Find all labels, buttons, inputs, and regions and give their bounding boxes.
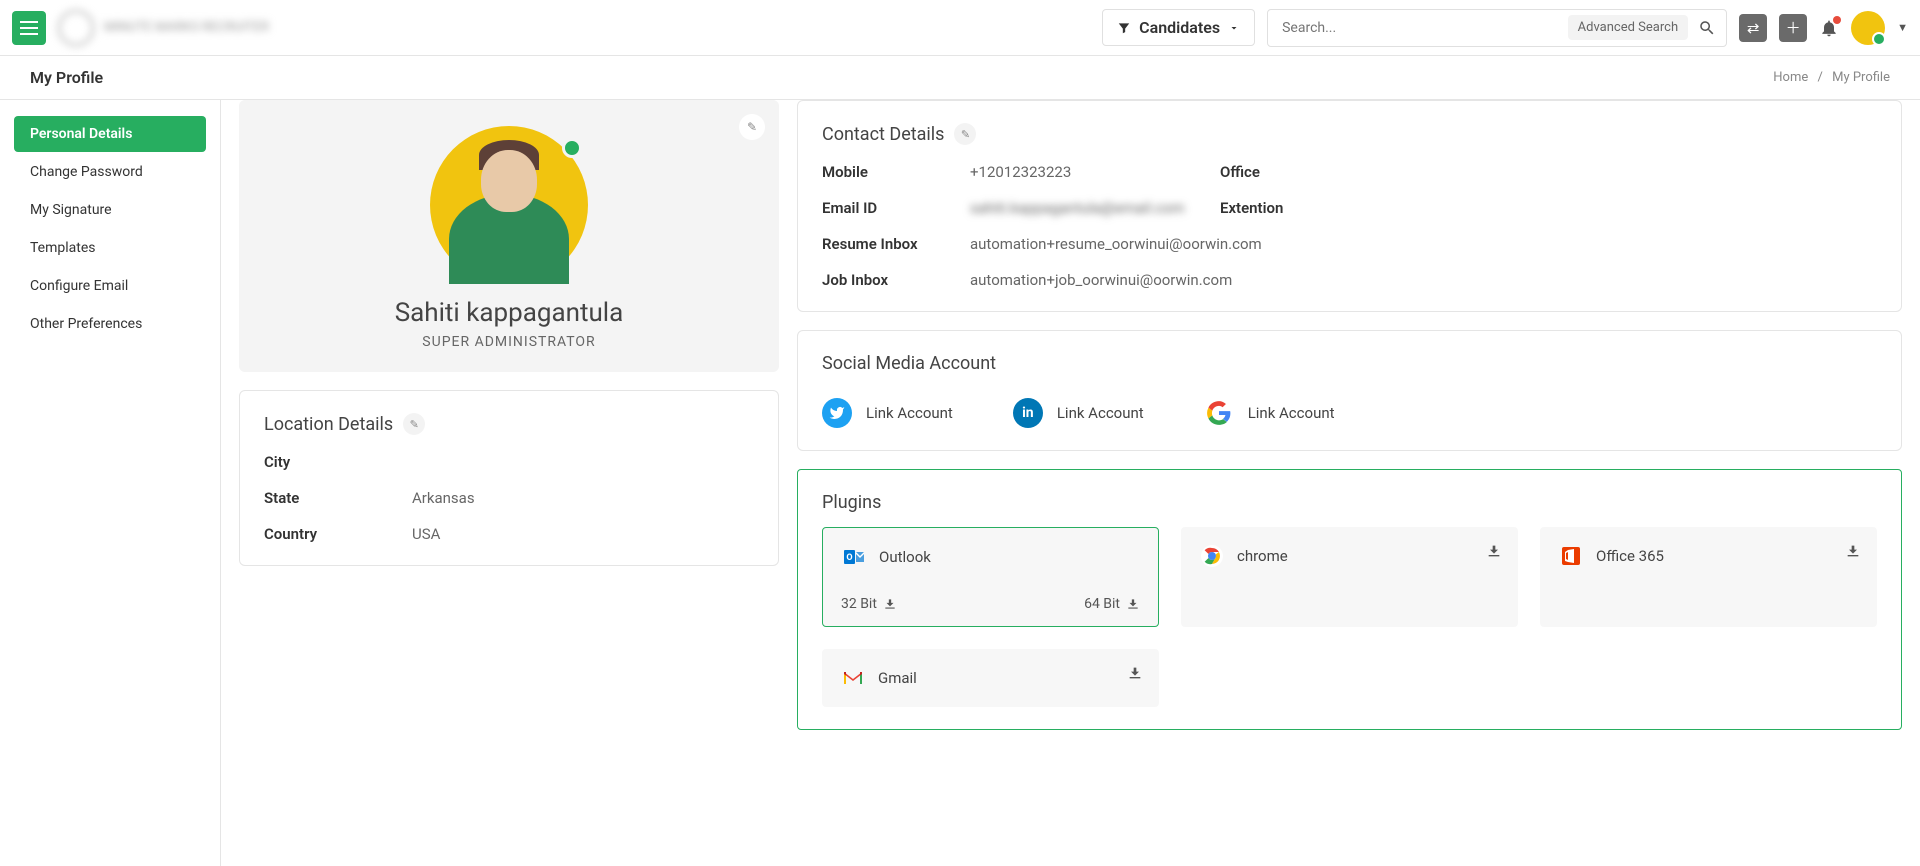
office365-label: Office 365: [1596, 547, 1664, 565]
chrome-icon: [1199, 543, 1225, 569]
link-twitter[interactable]: Link Account: [822, 398, 953, 428]
profile-avatar: [430, 126, 588, 284]
email-value: sahiti.kappagantula@email.com: [970, 199, 1180, 217]
google-link-label: Link Account: [1248, 404, 1335, 422]
location-title: Location Details: [264, 414, 393, 435]
sidebar: Personal Details Change Password My Sign…: [0, 100, 221, 866]
twitter-link-label: Link Account: [866, 404, 953, 422]
svg-text:O: O: [846, 553, 852, 563]
plugin-chrome[interactable]: chrome: [1181, 527, 1518, 627]
breadcrumb-current: My Profile: [1832, 70, 1890, 85]
breadcrumb: Home / My Profile: [1773, 70, 1890, 85]
google-icon: [1204, 398, 1234, 428]
email-label: Email ID: [822, 199, 970, 217]
notification-dot: [1833, 16, 1841, 24]
link-linkedin[interactable]: in Link Account: [1013, 398, 1144, 428]
notifications-icon[interactable]: [1819, 18, 1839, 38]
sidebar-item-configure-email[interactable]: Configure Email: [14, 268, 206, 304]
mobile-label: Mobile: [822, 163, 970, 181]
office365-icon: [1558, 543, 1584, 569]
contact-title: Contact Details: [822, 124, 944, 145]
link-google[interactable]: Link Account: [1204, 398, 1335, 428]
plugins-title: Plugins: [822, 492, 1877, 513]
profile-name: Sahiti kappagantula: [261, 298, 757, 328]
resume-inbox-label: Resume Inbox: [822, 235, 970, 253]
job-inbox-label: Job Inbox: [822, 271, 970, 289]
outlook-label: Outlook: [879, 548, 931, 566]
filter-icon: [1117, 21, 1131, 35]
page-title: My Profile: [30, 68, 103, 87]
edit-location-button[interactable]: ✎: [403, 413, 425, 435]
plugin-office365[interactable]: Office 365: [1540, 527, 1877, 627]
hamburger-menu[interactable]: [12, 11, 46, 45]
left-column: ✎ Sahiti kappagantula SUPER ADMINISTRATO…: [239, 100, 779, 566]
main: Personal Details Change Password My Sign…: [0, 100, 1920, 866]
social-title: Social Media Account: [822, 353, 1877, 374]
profile-role: SUPER ADMINISTRATOR: [261, 334, 757, 350]
sidebar-item-templates[interactable]: Templates: [14, 230, 206, 266]
office-label: Office: [1220, 163, 1330, 181]
online-status-dot: [562, 138, 582, 158]
sidebar-item-personal-details[interactable]: Personal Details: [14, 116, 206, 152]
office365-download[interactable]: [1845, 543, 1861, 559]
resume-inbox-value: automation+resume_oorwinui@oorwin.com: [970, 235, 1262, 253]
download-icon: [883, 597, 897, 611]
twitter-icon: [822, 398, 852, 428]
topbar: MINUTE MARKS RECRUITER Candidates Advanc…: [0, 0, 1920, 56]
extention-label: Extention: [1220, 199, 1330, 217]
search-icon[interactable]: [1698, 19, 1716, 37]
candidates-dropdown[interactable]: Candidates: [1102, 9, 1255, 46]
gmail-icon: [840, 665, 866, 691]
user-menu-caret[interactable]: ▼: [1897, 21, 1908, 34]
country-value: USA: [412, 525, 440, 543]
download-icon: [1126, 597, 1140, 611]
sidebar-item-my-signature[interactable]: My Signature: [14, 192, 206, 228]
chrome-download[interactable]: [1486, 543, 1502, 559]
edit-profile-button[interactable]: ✎: [739, 114, 765, 140]
right-column: Contact Details ✎ Mobile +12012323223 Of…: [797, 100, 1902, 730]
outlook-icon: O: [841, 544, 867, 570]
plugins-card: Plugins O Outlook 32 Bit 64 Bit: [797, 469, 1902, 730]
plugin-gmail[interactable]: Gmail: [822, 649, 1159, 707]
logo[interactable]: MINUTE MARKS RECRUITER: [58, 10, 269, 46]
chevron-down-icon: [1228, 22, 1240, 34]
country-label: Country: [264, 525, 412, 543]
advanced-search-button[interactable]: Advanced Search: [1568, 15, 1688, 40]
user-avatar[interactable]: [1851, 11, 1885, 45]
profile-card: ✎ Sahiti kappagantula SUPER ADMINISTRATO…: [239, 100, 779, 372]
breadcrumb-home[interactable]: Home: [1773, 70, 1808, 85]
add-button[interactable]: ＋: [1779, 14, 1807, 42]
search-box: Advanced Search: [1267, 9, 1727, 47]
job-inbox-value: automation+job_oorwinui@oorwin.com: [970, 271, 1232, 289]
gmail-download[interactable]: [1127, 665, 1143, 681]
swap-icon[interactable]: ⇄: [1739, 14, 1767, 42]
search-input[interactable]: [1278, 20, 1568, 36]
subbar: My Profile Home / My Profile: [0, 56, 1920, 100]
gmail-label: Gmail: [878, 669, 917, 687]
state-label: State: [264, 489, 412, 507]
sidebar-item-other-preferences[interactable]: Other Preferences: [14, 306, 206, 342]
plugin-outlook: O Outlook 32 Bit 64 Bit: [822, 527, 1159, 627]
chrome-label: chrome: [1237, 547, 1288, 565]
edit-contact-button[interactable]: ✎: [954, 123, 976, 145]
city-label: City: [264, 453, 412, 471]
linkedin-icon: in: [1013, 398, 1043, 428]
sidebar-item-change-password[interactable]: Change Password: [14, 154, 206, 190]
state-value: Arkansas: [412, 489, 475, 507]
mobile-value: +12012323223: [970, 163, 1180, 181]
candidates-label: Candidates: [1139, 18, 1220, 37]
content: ✎ Sahiti kappagantula SUPER ADMINISTRATO…: [221, 100, 1920, 866]
location-card: Location Details ✎ City State Arkansas C…: [239, 390, 779, 566]
social-card: Social Media Account Link Account in Lin…: [797, 330, 1902, 451]
contact-card: Contact Details ✎ Mobile +12012323223 Of…: [797, 100, 1902, 312]
outlook-32bit-download[interactable]: 32 Bit: [841, 596, 897, 612]
linkedin-link-label: Link Account: [1057, 404, 1144, 422]
outlook-64bit-download[interactable]: 64 Bit: [1084, 596, 1140, 612]
logo-text: MINUTE MARKS RECRUITER: [104, 20, 269, 36]
